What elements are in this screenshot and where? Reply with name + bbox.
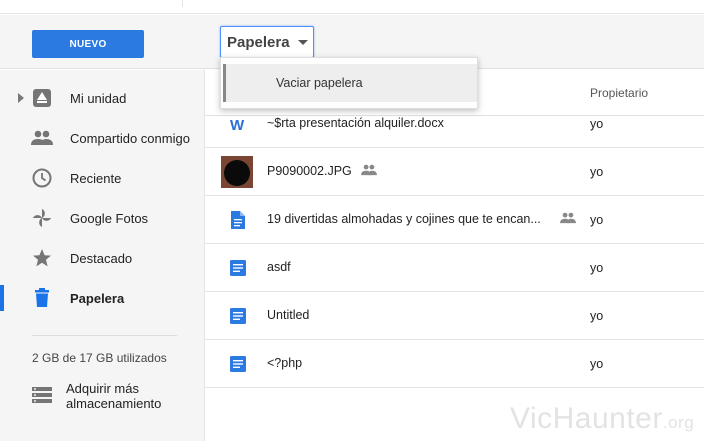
svg-text:W: W: [230, 117, 245, 131]
file-owner: yo: [590, 357, 604, 371]
caret-down-icon: [297, 39, 308, 45]
sidebar: Mi unidad Compartido conmigo Reciente Go…: [0, 70, 205, 441]
top-bar: [0, 0, 704, 14]
file-name: 19 divertidas almohadas y cojines que te…: [267, 212, 541, 226]
sidebar-item-label: Papelera: [70, 290, 125, 306]
table-row[interactable]: P9090002.JPG yo: [205, 148, 704, 196]
docs-icon: [229, 355, 247, 373]
storage-icon: [32, 387, 52, 408]
new-button[interactable]: NUEVO: [32, 30, 144, 58]
file-name: P9090002.JPG: [267, 164, 352, 178]
empty-trash-menu-item[interactable]: Vaciar papelera: [223, 64, 477, 102]
storage-usage: 2 GB de 17 GB utilizados: [32, 351, 167, 365]
sidebar-item-photos[interactable]: Google Fotos: [0, 198, 205, 238]
sidebar-item-label: Destacado: [70, 250, 133, 266]
drive-icon: [31, 87, 53, 109]
shared-people-icon: [560, 211, 576, 229]
word-icon: W: [229, 115, 247, 133]
buy-storage-label: Adquirir más almacenamiento: [66, 381, 162, 411]
top-bar-search-edge: [182, 0, 704, 7]
table-row[interactable]: Untitled yo: [205, 292, 704, 340]
file-owner: yo: [590, 213, 604, 227]
file-list: Propietario W ~$rta presentación alquile…: [205, 70, 704, 441]
watermark-suffix: .org: [662, 413, 695, 432]
sidebar-item-label: Mi unidad: [70, 90, 127, 106]
file-name: Untitled: [267, 308, 310, 322]
watermark-main: VicHaunter: [510, 402, 663, 435]
shared-people-icon: [361, 163, 377, 181]
owner-column-header[interactable]: Propietario: [590, 86, 648, 100]
docs-icon: [229, 307, 247, 325]
pinwheel-icon: [31, 207, 53, 229]
sidebar-item-recent[interactable]: Reciente: [0, 158, 205, 198]
clock-icon: [31, 167, 53, 189]
file-name: <?php: [267, 356, 303, 370]
sidebar-item-my-drive[interactable]: Mi unidad: [0, 78, 205, 118]
doc-icon: [229, 211, 247, 229]
sidebar-divider: [32, 335, 177, 336]
docs-icon: [229, 259, 247, 277]
table-row[interactable]: asdf yo: [205, 244, 704, 292]
trash-dropdown-button[interactable]: Papelera: [220, 26, 314, 58]
sidebar-item-trash[interactable]: Papelera: [0, 278, 205, 318]
sidebar-item-label: Reciente: [70, 170, 122, 186]
people-icon: [31, 127, 53, 149]
watermark-logo: VicHaunter.org: [510, 402, 694, 436]
trash-dropdown-label: Papelera: [227, 33, 290, 51]
file-owner: yo: [590, 165, 604, 179]
trash-dropdown-menu: Vaciar papelera: [220, 57, 478, 109]
file-name: asdf: [267, 260, 291, 274]
file-name: ~$rta presentación alquiler.docx: [267, 116, 444, 130]
file-owner: yo: [590, 117, 604, 131]
trash-icon: [31, 287, 53, 309]
file-owner: yo: [590, 309, 604, 323]
sidebar-item-shared[interactable]: Compartido conmigo: [0, 118, 205, 158]
file-owner: yo: [590, 261, 604, 275]
image-thumbnail: [221, 156, 253, 188]
table-row[interactable]: 19 divertidas almohadas y cojines que te…: [205, 196, 704, 244]
table-row[interactable]: <?php yo: [205, 340, 704, 388]
sidebar-item-label: Google Fotos: [70, 210, 149, 226]
star-icon: [31, 247, 53, 269]
sidebar-item-starred[interactable]: Destacado: [0, 238, 205, 278]
sidebar-item-label: Compartido conmigo: [70, 130, 190, 146]
expand-arrow-icon[interactable]: [18, 93, 24, 103]
